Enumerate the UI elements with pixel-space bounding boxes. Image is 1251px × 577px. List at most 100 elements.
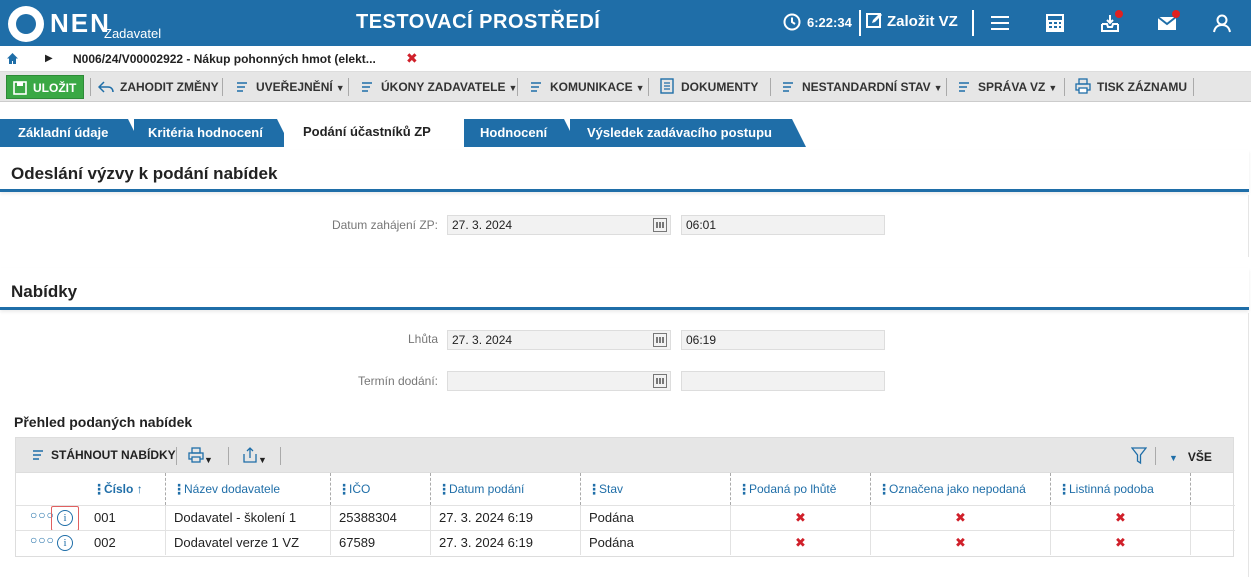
column-header-late[interactable]: ⋮ Podaná po lhůtě (731, 473, 871, 505)
column-menu-icon[interactable]: ⋮ (587, 473, 601, 505)
divider (946, 78, 947, 96)
start-date-field[interactable]: 27. 3. 2024 (447, 215, 671, 235)
column-menu-icon[interactable]: ⋮ (337, 473, 351, 505)
section-invitation-body: Datum zahájení ZP: 27. 3. 2024 06:01 (0, 195, 1249, 257)
download-offers-label: STÁHNOUT NABÍDKY (51, 448, 176, 462)
user-icon[interactable] (1211, 12, 1233, 34)
start-time-field[interactable]: 06:01 (681, 215, 885, 235)
column-menu-icon[interactable]: ⋮ (877, 473, 891, 505)
manage-vz-menu[interactable]: SPRÁVA VZ ▼ (958, 75, 1057, 99)
table-row[interactable]: ○○○ i 001 Dodavatel - školení 1 25388304… (16, 505, 1235, 531)
delivery-label: Termín dodání: (357, 374, 438, 388)
column-menu-icon[interactable]: ⋮ (172, 473, 186, 505)
tab-procedure-result[interactable]: Výsledek zadávacího postupu (570, 119, 806, 147)
notification-dot (1172, 10, 1180, 18)
cell-late-icon: ✖ (731, 531, 871, 555)
table-row[interactable]: ○○○ i 002 Dodavatel verze 1 VZ 67589 27.… (16, 530, 1235, 555)
divider (176, 447, 177, 465)
calculator-icon[interactable] (1044, 12, 1066, 34)
create-vz-label: Založit VZ (887, 13, 958, 30)
deadline-date-field[interactable]: 27. 3. 2024 (447, 330, 671, 350)
filter-icon[interactable] (1131, 447, 1147, 465)
column-header-ico[interactable]: ⋮ IČO (331, 473, 431, 505)
info-icon[interactable]: i (57, 510, 73, 526)
download-offers-button[interactable]: STÁHNOUT NABÍDKY (32, 448, 176, 462)
actions-label: ÚKONY ZADAVATELE (381, 80, 506, 94)
notification-dot (1115, 10, 1123, 18)
tab-evaluation-criteria[interactable]: Kritéria hodnocení (134, 119, 291, 147)
divider (228, 447, 229, 465)
calendar-icon[interactable] (653, 333, 667, 347)
tab-basic-info[interactable]: Základní údaje (0, 119, 142, 147)
communication-menu[interactable]: KOMUNIKACE ▼ (530, 75, 645, 99)
column-header-not-submitted[interactable]: ⋮ Označena jako nepodaná (871, 473, 1051, 505)
cell-status: Podána (581, 506, 731, 530)
documents-label: DOKUMENTY (681, 80, 759, 94)
info-icon[interactable]: i (57, 535, 73, 551)
divider (972, 10, 974, 36)
list-icon (959, 82, 969, 92)
top-bar: NEN Zadavatel TESTOVACÍ PROSTŘEDÍ 6:22:3… (0, 0, 1251, 46)
grid-title: Přehled podaných nabídek (14, 414, 193, 430)
deadline-time-field[interactable]: 06:19 (681, 330, 885, 350)
column-header-supplier[interactable]: ⋮ Název dodavatele (166, 473, 331, 505)
breadcrumb-current[interactable]: N006/24/V00002922 - Nákup pohonných hmot… (73, 52, 376, 66)
cell-late-icon: ✖ (731, 506, 871, 530)
close-icon[interactable]: ✖ (406, 50, 418, 67)
divider (1155, 447, 1156, 465)
calendar-icon[interactable] (653, 218, 667, 232)
nonstandard-state-menu[interactable]: NESTANDARDNÍ STAV ▼ (782, 75, 943, 99)
column-header-label: Listinná podoba (1069, 482, 1154, 496)
contracting-actions-menu[interactable]: ÚKONY ZADAVATELE ▼ (361, 75, 517, 99)
session-clock: 6:22:34 (783, 13, 852, 31)
menu-icon[interactable] (989, 12, 1011, 34)
filter-all-label: VŠE (1187, 450, 1212, 464)
divider (517, 78, 518, 96)
column-menu-icon[interactable]: ⋮ (437, 473, 451, 505)
breadcrumb: ▶ N006/24/V00002922 - Nákup pohonných hm… (0, 46, 1251, 72)
column-header-number[interactable]: ⋮ Číslo ↑ (86, 473, 166, 505)
save-label: ULOŽIT (33, 81, 77, 95)
column-header-date[interactable]: ⋮ Datum podání (431, 473, 581, 505)
documents-button[interactable]: DOKUMENTY (659, 75, 758, 99)
delivery-time-field[interactable] (681, 371, 885, 391)
column-header-paper[interactable]: ⋮ Listinná podoba (1051, 473, 1191, 505)
list-icon (237, 82, 247, 92)
cell-number: 001 (86, 506, 166, 530)
nonstandard-label: NESTANDARDNÍ STAV (802, 80, 931, 94)
more-options-icon[interactable]: ○○○ (30, 533, 55, 547)
offers-table: ⋮ Číslo ↑ ⋮ Název dodavatele ⋮ IČO ⋮ Datum p… (15, 473, 1235, 557)
nen-logo-icon[interactable] (8, 6, 44, 42)
export-grid-menu[interactable]: ▼ (242, 447, 267, 466)
section-offers-header: Nabídky (0, 268, 1249, 310)
filter-all-menu[interactable]: ▼ VŠE (1169, 450, 1212, 464)
tab-strip: Základní údaje Kritéria hodnocení Podání… (0, 117, 1251, 147)
save-icon (13, 81, 27, 95)
discard-changes-button[interactable]: ZAHODIT ZMĚNY (97, 75, 219, 99)
tab-participant-submissions[interactable]: Podání účastníků ZP (284, 117, 470, 147)
cell-date: 27. 3. 2024 6:19 (431, 531, 581, 555)
publish-menu[interactable]: UVEŘEJNĚNÍ ▼ (236, 75, 345, 99)
print-record-button[interactable]: TISK ZÁZNAMU (1075, 75, 1187, 99)
column-header-label: Označena jako nepodaná (889, 482, 1026, 496)
column-menu-icon[interactable]: ⋮ (1057, 473, 1071, 505)
logo-text[interactable]: NEN (50, 8, 111, 39)
calendar-icon[interactable] (653, 374, 667, 388)
cell-not-submitted-icon: ✖ (871, 531, 1051, 555)
print-grid-menu[interactable]: ▼ (188, 447, 213, 466)
column-menu-icon[interactable]: ⋮ (737, 473, 751, 505)
tab-evaluation[interactable]: Hodnocení (464, 119, 578, 147)
create-vz-button[interactable]: Založit VZ (866, 12, 958, 30)
column-menu-icon[interactable]: ⋮ (92, 473, 106, 505)
delivery-date-field[interactable] (447, 371, 671, 391)
divider (648, 78, 649, 96)
environment-title: TESTOVACÍ PROSTŘEDÍ (356, 11, 601, 33)
column-header-status[interactable]: ⋮ Stav (581, 473, 731, 505)
home-icon[interactable] (6, 52, 19, 65)
cell-paper-icon: ✖ (1051, 531, 1191, 555)
divider (1193, 78, 1194, 96)
start-date-value: 27. 3. 2024 (452, 218, 513, 232)
caret-down-icon: ▼ (258, 455, 267, 465)
save-button[interactable]: ULOŽIT (6, 75, 84, 99)
column-header-label: Název dodavatele (184, 482, 281, 496)
